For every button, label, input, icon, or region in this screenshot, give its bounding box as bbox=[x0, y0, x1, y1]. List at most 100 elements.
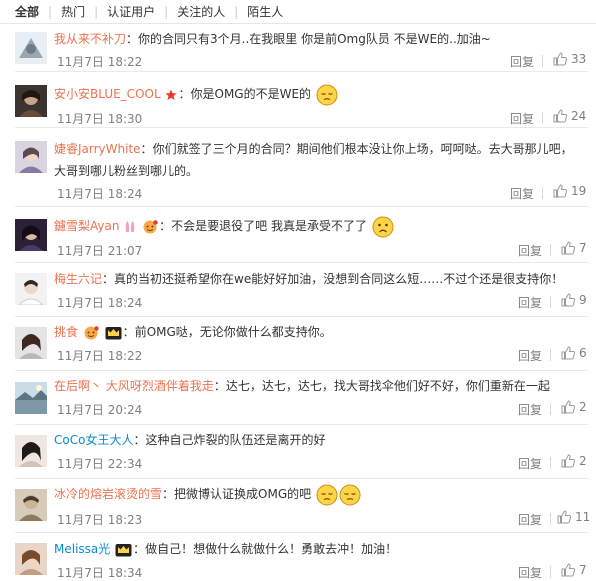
comment-colon: ： bbox=[102, 272, 115, 286]
comment-username[interactable]: 挑食 bbox=[54, 325, 78, 339]
comment-username[interactable]: 婕睿JarryWhite bbox=[54, 142, 141, 156]
reply-button[interactable]: 回复 bbox=[518, 401, 542, 418]
comment-username[interactable]: 在后啊丶 大风呀烈酒伴着我走 bbox=[54, 379, 214, 393]
avatar[interactable] bbox=[15, 219, 47, 251]
comment-body: 你是OMG的不是WE的 bbox=[190, 87, 312, 101]
comment-time: 11月7日 20:24 bbox=[57, 403, 143, 417]
filter-separator: | bbox=[164, 4, 169, 19]
bunny-ears-icon bbox=[126, 221, 135, 232]
comment-item: 挑食 ：前OMG哒，无论你做什么都支持你。 11月7日 18:22 回复 6 bbox=[0, 317, 596, 371]
comment-username[interactable]: CoCo女王大人 bbox=[54, 433, 133, 447]
comment-time: 11月7日 22:34 bbox=[57, 457, 143, 471]
comment-body: 达七，达七，达七，找大哥找伞他们好不好，你们重新在一起 bbox=[225, 379, 550, 393]
reply-button[interactable]: 回复 bbox=[518, 242, 542, 259]
like-button[interactable]: 7 bbox=[561, 241, 587, 255]
reply-button[interactable]: 回复 bbox=[510, 185, 534, 202]
reply-button[interactable]: 回复 bbox=[510, 53, 534, 70]
comment-text-block: 挑食 ：前OMG哒，无论你做什么都支持你。 bbox=[54, 321, 584, 343]
comment-time: 11月7日 18:22 bbox=[57, 349, 143, 363]
like-button[interactable]: 2 bbox=[561, 400, 587, 414]
comment-colon: ： bbox=[178, 87, 191, 101]
filter-separator: | bbox=[48, 4, 53, 19]
action-divider bbox=[542, 55, 543, 67]
comment-item: 鑢雪梨Ayan ：不会是要退役了吧 我真是承受不了了 11月7日 21:07 回… bbox=[0, 207, 596, 263]
comment-filter-bar: 全部 | 热门 | 认证用户 | 关注的人 | 陌生人 bbox=[0, 0, 596, 24]
comment-username[interactable]: 梅生六记 bbox=[54, 272, 102, 286]
sad-face-emoji-icon bbox=[372, 216, 394, 237]
comment-body: 你的合同只有3个月..在我眼里 你是前Omg队员 不是WE的..加油~ bbox=[138, 32, 491, 46]
filter-strangers[interactable]: 陌生人 bbox=[247, 3, 283, 20]
thumbs-up-icon bbox=[561, 241, 575, 255]
reply-button[interactable]: 回复 bbox=[518, 564, 542, 581]
like-button[interactable]: 11 bbox=[557, 510, 590, 524]
sleepy-face-emoji-icon bbox=[316, 84, 338, 105]
filter-separator: | bbox=[94, 4, 99, 19]
filter-verified[interactable]: 认证用户 bbox=[107, 3, 155, 20]
filter-following[interactable]: 关注的人 bbox=[177, 3, 225, 20]
comment-text-block: CoCo女王大人：这种自己炸裂的队伍还是离开的好 bbox=[54, 429, 584, 451]
like-button[interactable]: 33 bbox=[553, 52, 586, 66]
avatar[interactable] bbox=[15, 85, 47, 117]
reply-button[interactable]: 回复 bbox=[518, 347, 542, 364]
thumbs-up-icon bbox=[561, 563, 575, 577]
avatar[interactable] bbox=[15, 327, 47, 359]
comment-body: 不会是要退役了吧 我真是承受不了了 bbox=[171, 219, 367, 233]
member-badge-icon bbox=[143, 219, 158, 233]
action-divider bbox=[550, 349, 551, 361]
comment-colon: ： bbox=[126, 32, 139, 46]
comment-username[interactable]: 鑢雪梨Ayan bbox=[54, 219, 119, 233]
avatar[interactable] bbox=[15, 435, 47, 467]
action-divider bbox=[550, 403, 551, 415]
like-button[interactable]: 9 bbox=[561, 293, 587, 307]
like-button[interactable]: 24 bbox=[553, 109, 586, 123]
avatar[interactable] bbox=[15, 141, 47, 173]
comment-time: 11月7日 18:24 bbox=[57, 187, 143, 201]
reply-button[interactable]: 回复 bbox=[518, 511, 542, 528]
comment-username[interactable]: Melissa光 bbox=[54, 542, 110, 556]
avatar[interactable] bbox=[15, 543, 47, 575]
comment-colon: ： bbox=[213, 379, 226, 393]
comment-colon: ： bbox=[162, 487, 175, 501]
reply-button[interactable]: 回复 bbox=[518, 455, 542, 472]
filter-separator: | bbox=[234, 4, 239, 19]
comment-text-block: 梅生六记：真的当初还挺希望你在we能好好加油，没想到合同这么短……不过个还是很支… bbox=[54, 268, 584, 290]
vip-star-icon bbox=[165, 89, 178, 100]
comment-body: 把微博认证换成OMG的吧 bbox=[174, 487, 312, 501]
avatar[interactable] bbox=[15, 382, 47, 414]
thumbs-up-icon bbox=[553, 52, 567, 66]
avatar[interactable] bbox=[15, 32, 47, 64]
comment-item: 梅生六记：真的当初还挺希望你在we能好好加油，没想到合同这么短……不过个还是很支… bbox=[0, 263, 596, 317]
avatar[interactable] bbox=[15, 489, 47, 521]
like-button[interactable]: 7 bbox=[561, 563, 587, 577]
avatar[interactable] bbox=[15, 273, 47, 305]
filter-all[interactable]: 全部 bbox=[15, 3, 39, 20]
reply-button[interactable]: 回复 bbox=[518, 294, 542, 311]
member-badge-icon bbox=[84, 325, 99, 339]
crown-badge-icon bbox=[105, 326, 122, 339]
comment-colon: ： bbox=[140, 142, 153, 156]
comment-item: CoCo女王大人：这种自己炸裂的队伍还是离开的好 11月7日 22:34 回复 … bbox=[0, 425, 596, 479]
action-divider bbox=[542, 112, 543, 124]
comment-body: 这种自己炸裂的队伍还是离开的好 bbox=[145, 433, 326, 447]
filter-hot[interactable]: 热门 bbox=[61, 3, 85, 20]
like-button[interactable]: 2 bbox=[561, 454, 587, 468]
comment-time: 11月7日 18:22 bbox=[57, 55, 143, 69]
comment-text-block: 鑢雪梨Ayan ：不会是要退役了吧 我真是承受不了了 bbox=[54, 215, 584, 238]
like-button[interactable]: 19 bbox=[553, 184, 586, 198]
comment-item: 在后啊丶 大风呀烈酒伴着我走：达七，达七，达七，找大哥找伞他们好不好，你们重新在… bbox=[0, 371, 596, 425]
action-divider bbox=[550, 244, 551, 256]
like-button[interactable]: 6 bbox=[561, 346, 587, 360]
comment-time: 11月7日 21:07 bbox=[57, 244, 143, 258]
action-divider bbox=[550, 513, 551, 525]
comment-text-block: 我从来不补刀：你的合同只有3个月..在我眼里 你是前Omg队员 不是WE的..加… bbox=[54, 28, 584, 50]
comment-time: 11月7日 18:24 bbox=[57, 296, 143, 310]
like-count: 2 bbox=[579, 454, 587, 468]
like-count: 2 bbox=[579, 400, 587, 414]
comment-text-block: Melissa光 ：做自己！想做什么就做什么！勇敢去冲！加油！ bbox=[54, 538, 584, 560]
comment-username[interactable]: 安小安BLUE_COOL bbox=[54, 87, 161, 101]
reply-button[interactable]: 回复 bbox=[510, 110, 534, 127]
comment-username[interactable]: 冰冷的熔岩滚烫的雪 bbox=[54, 487, 162, 501]
sleepy-face-emoji-icon bbox=[316, 484, 338, 505]
thumbs-up-icon bbox=[561, 454, 575, 468]
comment-username[interactable]: 我从来不补刀 bbox=[54, 32, 126, 46]
